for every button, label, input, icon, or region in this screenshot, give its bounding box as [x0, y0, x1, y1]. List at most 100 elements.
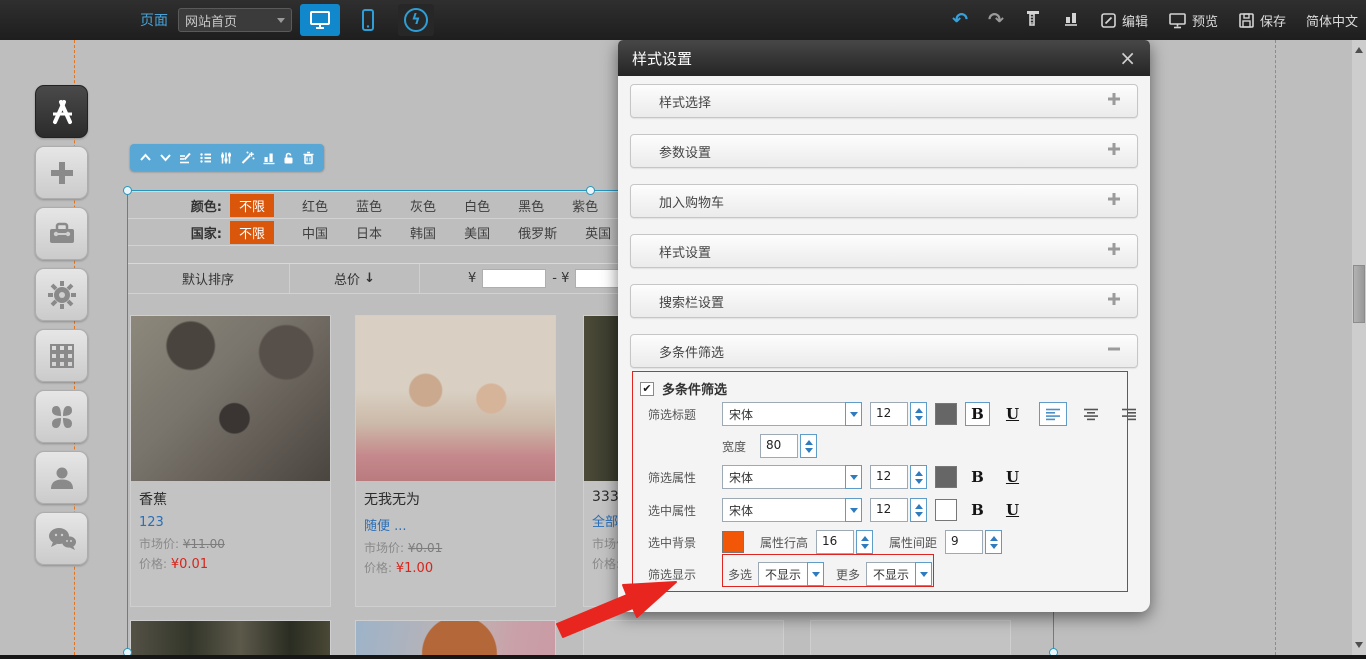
product-card[interactable]: 无我无为 随便 ... 市场价: ¥0.01 价格: ¥1.00 [355, 315, 556, 607]
font-size-spinner[interactable]: 12 [870, 402, 927, 426]
desktop-view-button[interactable] [300, 4, 340, 36]
preview-monitor-icon [1168, 12, 1187, 29]
align-right-button[interactable] [1115, 402, 1143, 426]
font-select[interactable]: 宋体 [722, 402, 862, 426]
section-parameters[interactable]: 参数设置 [630, 134, 1138, 168]
checkbox-checked[interactable]: ✔ [640, 382, 654, 396]
section-style-settings[interactable]: 样式设置 [630, 234, 1138, 268]
filter-option[interactable]: 英国 [585, 223, 611, 242]
product-card-partial[interactable] [130, 620, 331, 656]
section-search-bar[interactable]: 搜索栏设置 [630, 284, 1138, 318]
underline-button[interactable]: U [1000, 465, 1025, 489]
magic-wand-icon[interactable] [240, 151, 255, 165]
chevron-down-icon [845, 402, 862, 426]
line-height-spinner[interactable]: 16 [816, 530, 873, 554]
underline-button[interactable]: U [1000, 402, 1025, 426]
delete-icon[interactable] [302, 151, 315, 165]
filter-option[interactable]: 中国 [302, 223, 328, 242]
multi-select-dropdown[interactable]: 不显示 [758, 562, 824, 586]
product-link[interactable]: 123 [139, 515, 322, 530]
lock-icon[interactable] [282, 151, 295, 165]
more-select-dropdown[interactable]: 不显示 [866, 562, 932, 586]
scroll-down-button[interactable] [1352, 639, 1366, 655]
sidebar-button-design[interactable] [35, 85, 88, 138]
width-row: 宽度 80 [722, 434, 817, 458]
preview-button[interactable]: 预览 [1168, 11, 1218, 30]
move-up-icon[interactable] [139, 151, 152, 164]
share-link-button[interactable]: ϟ [398, 4, 434, 36]
page-select[interactable]: 网站首页 [178, 8, 292, 32]
mobile-view-button[interactable] [348, 4, 388, 36]
redo-icon[interactable]: ↷ [988, 9, 1004, 31]
align-center-button[interactable] [1077, 402, 1105, 426]
language-switch[interactable]: 简体中文 [1306, 11, 1358, 30]
font-size-spinner[interactable]: 12 [870, 498, 927, 522]
font-color-swatch[interactable] [935, 499, 957, 521]
bg-color-swatch[interactable] [722, 531, 744, 553]
bold-button[interactable]: B [965, 498, 990, 522]
section-multi-filter[interactable]: 多条件筛选 [630, 334, 1138, 368]
sidebar-button-toolbox[interactable] [35, 207, 88, 260]
filter-option[interactable]: 红色 [302, 196, 328, 215]
product-card[interactable]: 香蕉 123 市场价: ¥11.00 价格: ¥0.01 [130, 315, 331, 607]
font-select[interactable]: 宋体 [722, 465, 862, 489]
filter-option[interactable]: 日本 [356, 223, 382, 242]
ruler-icon[interactable] [1024, 9, 1042, 31]
sidebar-button-members[interactable] [35, 451, 88, 504]
section-style-select[interactable]: 样式选择 [630, 84, 1138, 118]
sidebar-button-add[interactable] [35, 146, 88, 199]
filter-title-row: 筛选标题 宋体 12 B U [648, 402, 1143, 426]
selection-handle-top-middle[interactable] [586, 186, 595, 195]
sliders-icon[interactable] [219, 151, 233, 165]
font-select[interactable]: 宋体 [722, 498, 862, 522]
sort-total-price[interactable]: 总价 ↓ [290, 264, 420, 293]
spacing-spinner[interactable]: 9 [945, 530, 1002, 554]
width-spinner[interactable]: 80 [760, 434, 817, 458]
scrollbar-thumb[interactable] [1353, 265, 1365, 323]
filter-option-selected[interactable]: 不限 [230, 221, 274, 244]
expand-plus-icon [1107, 292, 1121, 310]
stats-chart-icon[interactable] [1062, 9, 1080, 31]
sidebar-button-modules[interactable] [35, 329, 88, 382]
filter-option[interactable]: 美国 [464, 223, 490, 242]
filter-option[interactable]: 俄罗斯 [518, 223, 557, 242]
selection-handle-top-left[interactable] [123, 186, 132, 195]
filter-option[interactable]: 白色 [464, 196, 490, 215]
filter-option[interactable]: 韩国 [410, 223, 436, 242]
sidebar-button-widgets[interactable] [35, 390, 88, 443]
window-scrollbar[interactable] [1352, 40, 1366, 659]
product-card-partial[interactable] [355, 620, 556, 656]
align-left-button[interactable] [1039, 402, 1067, 426]
chart-icon[interactable] [262, 151, 276, 165]
price-min-input[interactable] [482, 269, 546, 288]
sidebar-button-chat[interactable] [35, 512, 88, 565]
chevron-down-icon [915, 562, 932, 586]
underline-button[interactable]: U [1000, 498, 1025, 522]
bold-button[interactable]: B [965, 402, 990, 426]
font-size-spinner[interactable]: 12 [870, 465, 927, 489]
section-add-to-cart[interactable]: 加入购物车 [630, 184, 1138, 218]
sort-default[interactable]: 默认排序 [127, 264, 290, 293]
product-card-partial[interactable] [810, 620, 1011, 656]
list-settings-icon[interactable] [199, 151, 213, 165]
move-down-icon[interactable] [159, 151, 172, 164]
chevron-down-icon [845, 498, 862, 522]
close-icon[interactable]: × [1119, 48, 1136, 68]
bold-button[interactable]: B [965, 465, 990, 489]
panel-header[interactable]: 样式设置 × [618, 40, 1150, 76]
font-color-swatch[interactable] [935, 403, 957, 425]
filter-option[interactable]: 紫色 [572, 196, 598, 215]
undo-icon[interactable]: ↶ [952, 9, 968, 31]
filter-option[interactable]: 蓝色 [356, 196, 382, 215]
scroll-up-button[interactable] [1352, 40, 1366, 56]
edit-content-icon[interactable] [178, 151, 192, 165]
filter-option-selected[interactable]: 不限 [230, 194, 274, 217]
product-link[interactable]: 随便 ... [364, 515, 547, 534]
sidebar-button-settings[interactable] [35, 268, 88, 321]
filter-display-row: 筛选显示 多选 不显示 更多 不显示 [648, 562, 932, 586]
font-color-swatch[interactable] [935, 466, 957, 488]
edit-button[interactable]: 编辑 [1100, 11, 1148, 30]
save-button[interactable]: 保存 [1238, 11, 1286, 30]
filter-option[interactable]: 灰色 [410, 196, 436, 215]
filter-option[interactable]: 黑色 [518, 196, 544, 215]
